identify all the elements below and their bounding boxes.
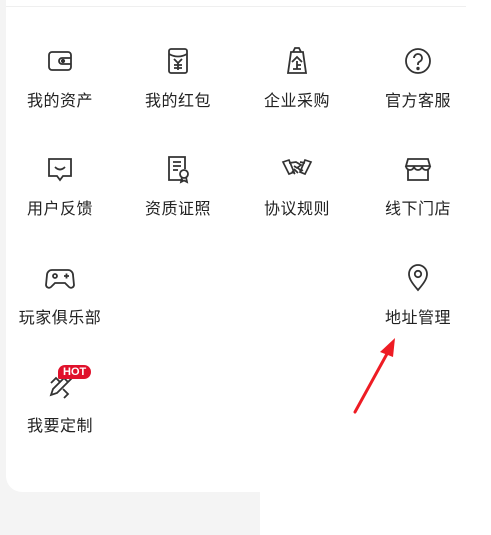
question-circle-icon <box>401 44 435 78</box>
feedback-chat-icon <box>43 152 77 186</box>
menu-item-label: 地址管理 <box>384 308 451 327</box>
menu-item-label: 玩家俱乐部 <box>18 308 102 327</box>
menu-item-label: 协议规则 <box>263 199 330 218</box>
enterprise-bag-icon <box>280 44 314 78</box>
menu-item-label: 企业采购 <box>263 91 330 110</box>
location-pin-icon <box>401 261 435 295</box>
menu-item-label: 线下门店 <box>384 199 451 218</box>
menu-item-label: 我的资产 <box>26 91 93 110</box>
red-envelope-icon <box>161 44 195 78</box>
menu-item-label: 我要定制 <box>26 416 93 435</box>
page: 我的资产 我的红包 企业采购 官方客服 用户反馈 资质证照 协议规则 线下门店 … <box>0 0 491 535</box>
services-card: 我的资产 我的红包 企业采购 官方客服 用户反馈 资质证照 协议规则 线下门店 … <box>6 0 491 492</box>
certificate-icon <box>161 152 195 186</box>
gamepad-icon <box>43 261 77 295</box>
menu-item-label: 用户反馈 <box>26 199 93 218</box>
divider <box>6 6 466 7</box>
store-icon <box>401 152 435 186</box>
menu-item-label: 官方客服 <box>384 91 451 110</box>
menu-item-label: 我的红包 <box>144 91 211 110</box>
handshake-icon <box>280 152 314 186</box>
menu-item-label: 资质证照 <box>144 199 211 218</box>
hot-badge: HOT <box>58 365 92 379</box>
wallet-icon <box>43 44 77 78</box>
